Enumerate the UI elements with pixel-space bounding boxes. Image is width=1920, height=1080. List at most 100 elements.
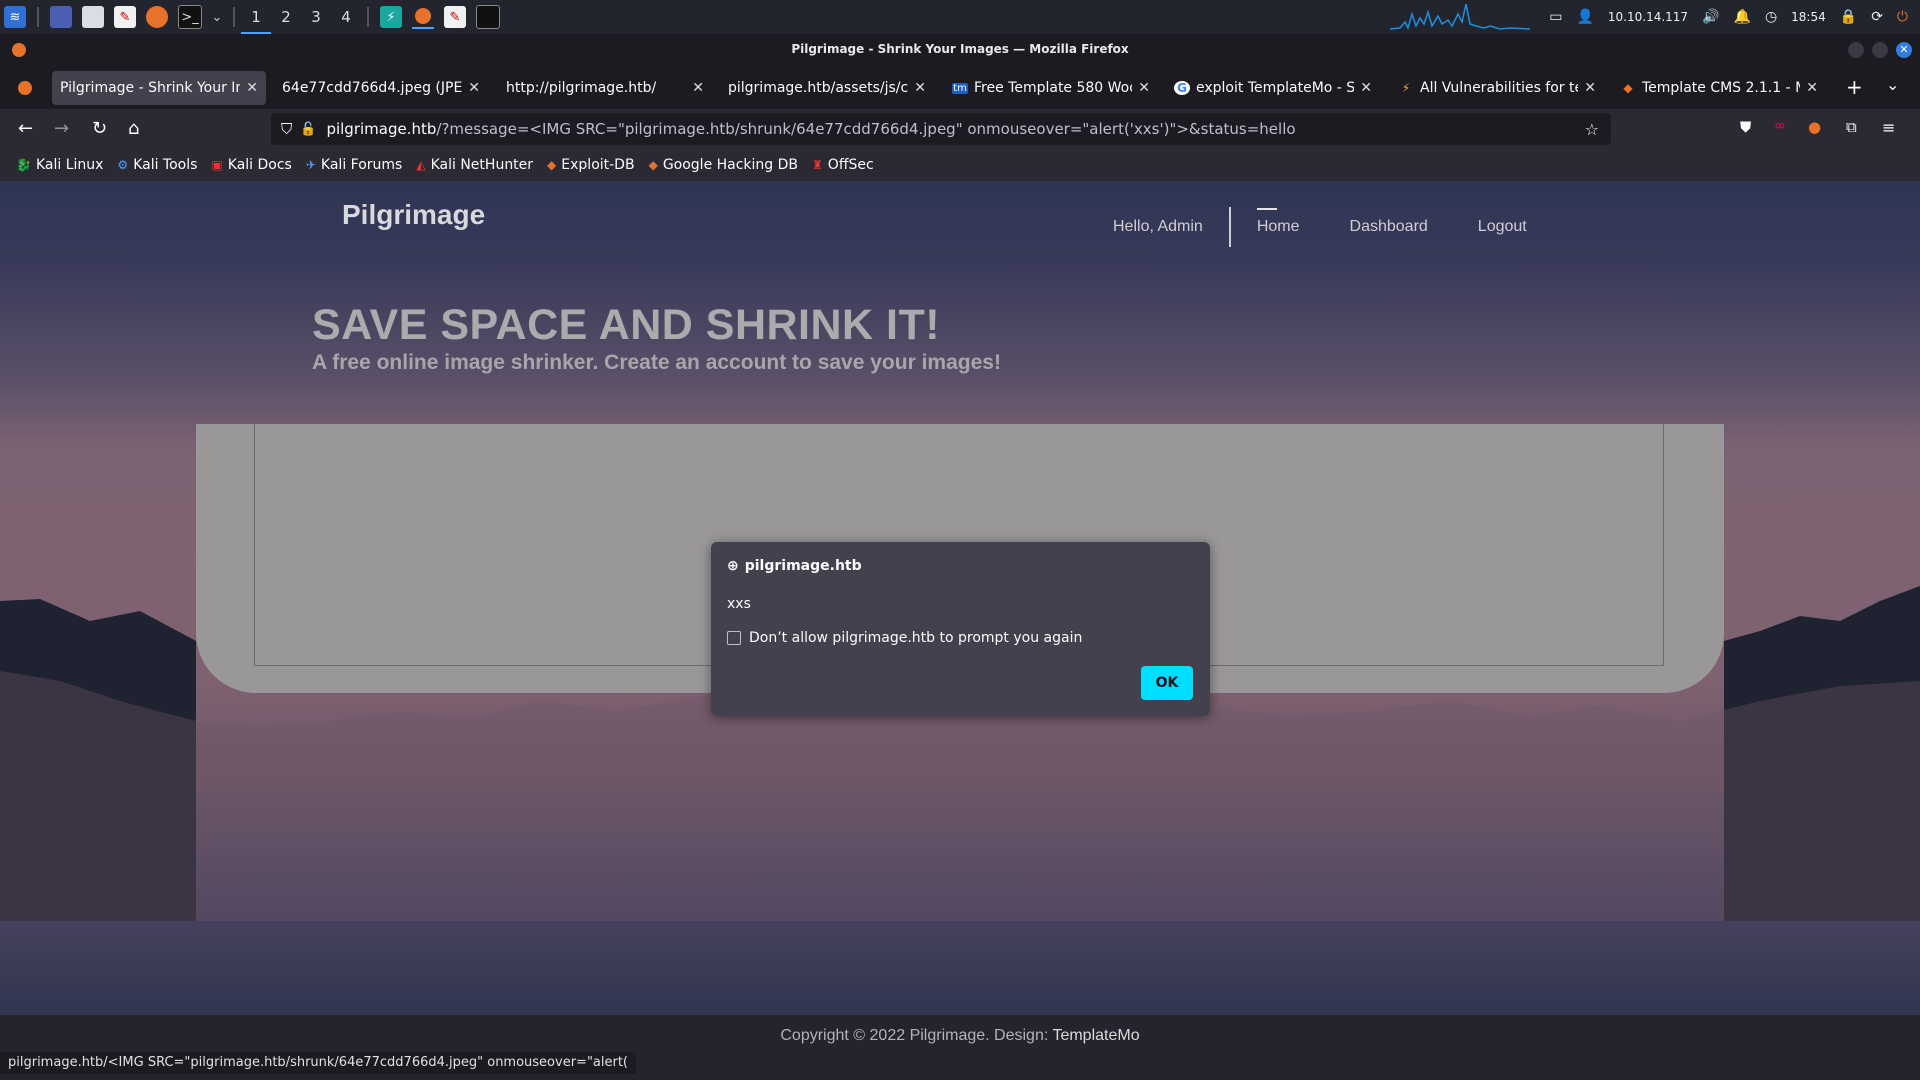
workspace-3[interactable]: 3 xyxy=(301,0,331,34)
maximize-button[interactable] xyxy=(1872,42,1888,58)
vpn-user-icon: 👤 xyxy=(1576,9,1594,25)
terminal-launcher-icon[interactable]: >_ xyxy=(178,5,202,29)
tab-bar: Pilgrimage - Shrink Your Images ✕ 64e77c… xyxy=(0,67,1920,109)
bookmark-label: OffSec xyxy=(827,157,874,173)
checkbox-label: Don’t allow pilgrimage.htb to prompt you… xyxy=(749,630,1083,646)
bookmark-kali-linux[interactable]: 🐉 Kali Linux xyxy=(16,157,103,173)
footer-copyright: Copyright © 2022 Pilgrimage. Design: Tem… xyxy=(0,1027,1920,1045)
bolt-icon: ⚡ xyxy=(1401,81,1411,95)
system-panel: ≋ ✎ >_ ⌄ 1 2 3 4 ⚡ ✎ ▭ 👤 10.10.14.117 🔊 … xyxy=(0,0,1920,34)
firefox-taskbar-icon[interactable] xyxy=(412,5,434,29)
desktop-icon[interactable] xyxy=(50,6,72,28)
site-navigation: Hello, Admin Home Dashboard Logout xyxy=(1113,207,1527,247)
bookmark-kali-docs[interactable]: ▣ Kali Docs xyxy=(211,157,291,173)
bookmark-offsec[interactable]: ♜ OffSec xyxy=(812,157,874,173)
close-icon[interactable]: ✕ xyxy=(692,80,704,96)
tab-vulnerabilities[interactable]: ⚡ All Vulnerabilities for templatemo ✕ xyxy=(1390,71,1604,105)
tab-label: 64e77cdd766d4.jpeg (JPEG Image) xyxy=(282,80,463,96)
nav-home-link[interactable]: Home xyxy=(1256,208,1300,236)
window-title: Pilgrimage - Shrink Your Images — Mozill… xyxy=(791,42,1129,56)
panel-separator xyxy=(233,7,235,27)
bookmark-label: Kali Docs xyxy=(227,157,292,173)
nav-dashboard-link[interactable]: Dashboard xyxy=(1350,218,1428,236)
kali-menu-icon[interactable]: ≋ xyxy=(4,6,26,28)
back-arrow-icon[interactable]: ← xyxy=(18,118,33,139)
tab-template-cms[interactable]: ◆ Template CMS 2.1.1 - Multiple ✕ xyxy=(1612,71,1826,105)
nav-logout-link[interactable]: Logout xyxy=(1478,218,1527,236)
tab-templatemo[interactable]: tm Free Template 580 Woox ✕ xyxy=(944,71,1158,105)
ghdb-icon: ◆ xyxy=(648,158,658,172)
kali-tools-icon: ⚙ xyxy=(117,158,129,172)
address-bar[interactable]: ⛉ 🔓 pilgrimage.htb/?message=<IMG SRC="pi… xyxy=(271,113,1611,145)
kali-forums-icon: ✈ xyxy=(305,158,316,172)
reload-icon[interactable]: ↻ xyxy=(92,118,107,139)
dont-allow-prompt-checkbox[interactable]: Don’t allow pilgrimage.htb to prompt you… xyxy=(727,630,1082,646)
close-icon[interactable]: ✕ xyxy=(1806,80,1818,96)
close-button[interactable]: ✕ xyxy=(1896,42,1912,58)
close-icon[interactable]: ✕ xyxy=(914,80,926,96)
tab-label: pilgrimage.htb/assets/js/custom.js xyxy=(728,80,909,96)
connection-lock-icon[interactable]: 🔓 xyxy=(300,122,316,137)
close-icon[interactable]: ✕ xyxy=(1584,80,1596,96)
url-host: pilgrimage.htb xyxy=(326,120,437,138)
text-editor-icon[interactable]: ✎ xyxy=(114,6,136,28)
notification-bell-icon[interactable]: 🔔 xyxy=(1734,9,1751,25)
network-graph-icon xyxy=(1390,4,1530,30)
offsec-icon: ♜ xyxy=(812,158,823,172)
tab-label: All Vulnerabilities for templatemo xyxy=(1420,80,1578,96)
site-logo[interactable]: Pilgrimage xyxy=(342,199,485,231)
close-icon[interactable]: ✕ xyxy=(468,80,480,96)
ok-button[interactable]: OK xyxy=(1141,666,1193,700)
bookmark-kali-tools[interactable]: ⚙ Kali Tools xyxy=(117,157,197,173)
bookmark-exploit-db[interactable]: ◆ Exploit-DB xyxy=(547,157,635,173)
bookmark-google-hacking-db[interactable]: ◆ Google Hacking DB xyxy=(649,157,798,173)
power-icon[interactable]: ⏻ xyxy=(1897,9,1908,25)
bookmark-star-icon[interactable]: ☆ xyxy=(1585,120,1599,139)
burp-extension-icon[interactable]: ● xyxy=(1808,118,1821,136)
burp-taskbar-icon[interactable]: ⚡ xyxy=(380,6,402,28)
firefox-view-icon[interactable] xyxy=(18,81,32,95)
alert-dialog: ⊕ pilgrimage.htb xxs Don’t allow pilgrim… xyxy=(711,542,1210,716)
workspace-1[interactable]: 1 xyxy=(241,0,271,34)
extensions-puzzle-icon[interactable]: ⧉ xyxy=(1846,118,1857,136)
minimize-button[interactable] xyxy=(1848,42,1864,58)
tab-pilgrimage-root[interactable]: http://pilgrimage.htb/ ✕ xyxy=(498,71,712,105)
close-icon[interactable]: ✕ xyxy=(1138,80,1150,96)
forward-arrow-icon[interactable]: → xyxy=(54,118,69,139)
file-manager-icon[interactable] xyxy=(82,6,104,28)
templatemo-icon: tm xyxy=(952,82,968,94)
tab-pilgrimage[interactable]: Pilgrimage - Shrink Your Images ✕ xyxy=(52,71,266,105)
bookmark-kali-forums[interactable]: ✈ Kali Forums xyxy=(306,157,403,173)
close-icon[interactable]: ✕ xyxy=(246,80,258,96)
tab-list-chevron-icon[interactable]: ⌄ xyxy=(1886,75,1899,94)
chevron-down-icon[interactable]: ⌄ xyxy=(212,6,223,28)
hacker-glasses-icon[interactable]: ∞ xyxy=(1774,118,1786,134)
tab-jpeg-image[interactable]: 64e77cdd766d4.jpeg (JPEG Image) ✕ xyxy=(274,71,488,105)
workspace-2[interactable]: 2 xyxy=(271,0,301,34)
tab-label: Pilgrimage - Shrink Your Images xyxy=(60,80,240,96)
home-icon[interactable]: ⌂ xyxy=(128,118,139,139)
lock-icon[interactable]: 🔒 xyxy=(1840,9,1857,25)
new-tab-icon[interactable]: + xyxy=(1846,75,1863,99)
bookmark-label: Kali NetHunter xyxy=(430,157,534,173)
tracking-shield-icon[interactable]: ⛉ xyxy=(281,120,292,138)
terminal-taskbar-icon[interactable] xyxy=(476,5,500,29)
window-titlebar: Pilgrimage - Shrink Your Images — Mozill… xyxy=(0,34,1920,67)
checkbox-box[interactable] xyxy=(727,631,741,645)
firefox-launcher-icon[interactable] xyxy=(146,6,168,28)
editor-taskbar-icon[interactable]: ✎ xyxy=(444,6,466,28)
volume-icon[interactable]: 🔊 xyxy=(1702,9,1719,25)
hamburger-menu-icon[interactable]: ≡ xyxy=(1882,118,1895,137)
workspace-4[interactable]: 4 xyxy=(331,0,361,34)
footer-templatemo-link[interactable]: TemplateMo xyxy=(1052,1027,1139,1044)
tab-google-search[interactable]: G exploit TemplateMo - Sök ✕ xyxy=(1166,71,1380,105)
close-icon[interactable]: ✕ xyxy=(1360,80,1372,96)
tab-custom-js[interactable]: pilgrimage.htb/assets/js/custom.js ✕ xyxy=(720,71,934,105)
pocket-icon[interactable]: ⛊ xyxy=(1740,118,1751,136)
display-icon[interactable]: ▭ xyxy=(1549,9,1562,25)
link-status-bar: pilgrimage.htb/<IMG SRC="pilgrimage.htb/… xyxy=(0,1052,637,1074)
refresh-icon[interactable]: ⟳ xyxy=(1871,9,1883,25)
bookmark-kali-nethunter[interactable]: ◭ Kali NetHunter xyxy=(416,157,533,173)
panel-separator xyxy=(367,7,369,27)
url-path: /?message=<IMG SRC="pilgrimage.htb/shrun… xyxy=(436,120,1296,138)
